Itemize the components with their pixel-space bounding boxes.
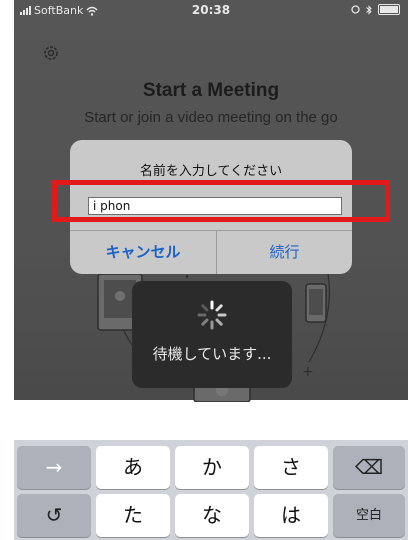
status-bar: SoftBank 20:38 [14, 0, 408, 22]
key-ta[interactable]: た [96, 494, 170, 537]
battery-icon [378, 4, 400, 15]
key-label: あ [123, 455, 143, 479]
space-key-label: 空白 [355, 508, 382, 523]
continue-button[interactable]: 続行 [217, 231, 352, 274]
loading-text: 待機しています... [152, 345, 272, 363]
loading-overlay: 待機しています... [132, 281, 292, 388]
status-right-group [351, 4, 400, 15]
key-a[interactable]: あ [96, 446, 170, 489]
arrow-right-icon: → [45, 455, 63, 479]
page-title: Start a Meeting [142, 80, 280, 101]
bluetooth-icon [366, 4, 372, 15]
phone-screen: SoftBank 20:38 Start a Meeting Start or … [14, 0, 408, 540]
delete-key[interactable]: ⌫ [333, 446, 405, 489]
undo-key[interactable]: ↺ [17, 494, 91, 537]
key-ha[interactable]: は [254, 494, 328, 537]
japanese-keyboard: → あ か さ ⌫ ↺ た な は 空白 [14, 440, 408, 540]
key-label: か [202, 455, 222, 479]
loading-spinner-icon [197, 300, 227, 330]
space-key[interactable]: 空白 [333, 494, 405, 537]
input-highlight-box [52, 180, 390, 222]
svg-text:+: + [302, 364, 314, 380]
key-label: な [202, 503, 222, 527]
backspace-icon: ⌫ [354, 455, 384, 479]
dialog-title: 名前を入力してください [139, 164, 283, 179]
key-sa[interactable]: さ [254, 446, 328, 489]
page-subtitle: Start or join a video meeting on the go [84, 109, 338, 126]
key-label: た [123, 503, 143, 527]
alarm-icon [351, 5, 360, 14]
settings-gear-icon[interactable] [42, 44, 60, 62]
cancel-button[interactable]: キャンセル [70, 231, 216, 274]
next-candidate-key[interactable]: → [17, 446, 91, 489]
key-label: は [281, 503, 301, 527]
undo-icon: ↺ [45, 503, 63, 527]
clock: 20:38 [191, 3, 231, 17]
key-label: さ [281, 455, 301, 479]
key-na[interactable]: な [175, 494, 249, 537]
key-ka[interactable]: か [175, 446, 249, 489]
